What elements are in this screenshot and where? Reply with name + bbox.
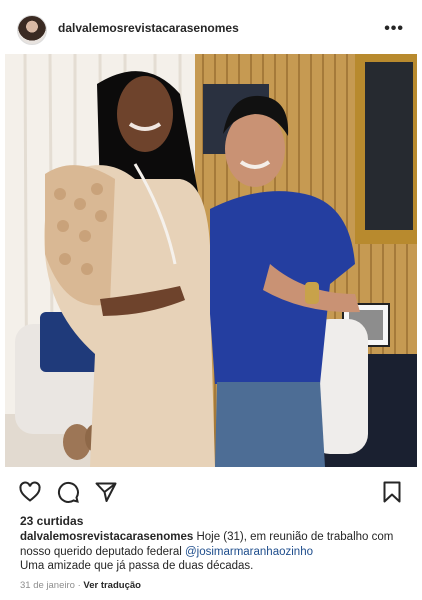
photo-illustration	[5, 54, 417, 467]
post-caption: dalvalemosrevistacarasenomes Hoje (31), …	[20, 530, 410, 574]
post-username[interactable]: dalvalemosrevistacarasenomes	[58, 21, 239, 35]
post-photo[interactable]	[5, 54, 417, 467]
post-header: dalvalemosrevistacarasenomes •••	[0, 0, 422, 56]
heart-icon[interactable]	[18, 480, 42, 504]
post-meta: 31 de janeiro · Ver tradução	[20, 580, 141, 591]
caption-text-line2: Uma amizade que já passa de duas décadas…	[20, 560, 254, 572]
post-actions	[0, 478, 422, 506]
send-icon[interactable]	[94, 480, 118, 504]
likes-count[interactable]: 23 curtidas	[20, 514, 83, 528]
caption-mention[interactable]: @josimarmaranhaozinho	[185, 546, 313, 558]
see-translation-link[interactable]: Ver tradução	[83, 580, 141, 591]
post-date: 31 de janeiro	[20, 580, 75, 591]
profile-avatar[interactable]	[17, 15, 47, 45]
comment-icon[interactable]	[56, 480, 80, 504]
bookmark-icon[interactable]	[380, 480, 404, 504]
caption-username[interactable]: dalvalemosrevistacarasenomes	[20, 531, 193, 543]
more-horizontal-icon[interactable]: •••	[384, 20, 404, 38]
